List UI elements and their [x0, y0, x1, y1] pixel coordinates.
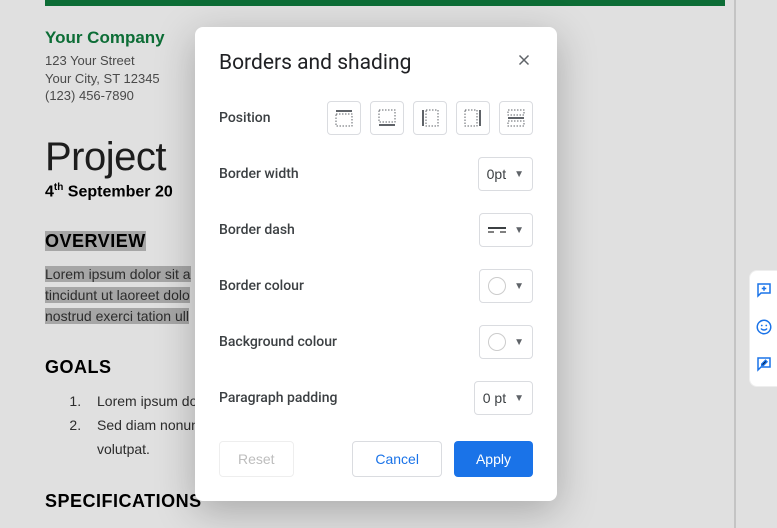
border-right-icon [464, 109, 482, 127]
border-colour-label: Border colour [219, 278, 304, 294]
suggest-edit-icon [755, 355, 773, 373]
side-panel [749, 270, 777, 387]
add-comment-button[interactable] [755, 281, 773, 302]
emoji-reaction-button[interactable] [755, 318, 773, 339]
background-colour-dropdown[interactable]: ▼ [479, 325, 533, 359]
position-row: Position [219, 101, 533, 135]
position-between-button[interactable] [499, 101, 533, 135]
borders-shading-dialog: Borders and shading Position Border [195, 27, 557, 501]
border-width-value: 0pt [487, 166, 506, 182]
apply-button[interactable]: Apply [454, 441, 533, 477]
caret-down-icon: ▼ [514, 169, 524, 180]
border-colour-row: Border colour ▼ [219, 269, 533, 303]
close-button[interactable] [515, 51, 533, 75]
add-comment-icon [755, 281, 773, 299]
position-buttons [327, 101, 533, 135]
colour-swatch-icon [488, 333, 506, 351]
border-top-icon [335, 109, 353, 127]
suggest-edits-button[interactable] [755, 355, 773, 376]
border-dash-row: Border dash ▼ [219, 213, 533, 247]
background-colour-label: Background colour [219, 334, 337, 350]
colour-swatch-icon [488, 277, 506, 295]
border-width-dropdown[interactable]: 0pt ▼ [478, 157, 533, 191]
position-left-button[interactable] [413, 101, 447, 135]
paragraph-padding-dropdown[interactable]: 0 pt ▼ [474, 381, 533, 415]
paragraph-padding-label: Paragraph padding [219, 390, 337, 406]
footer-spacer [306, 441, 341, 477]
border-width-label: Border width [219, 166, 299, 182]
position-right-button[interactable] [456, 101, 490, 135]
cancel-button[interactable]: Cancel [352, 441, 442, 477]
reset-button[interactable]: Reset [219, 441, 294, 477]
caret-down-icon: ▼ [514, 393, 524, 404]
paragraph-padding-row: Paragraph padding 0 pt ▼ [219, 381, 533, 415]
emoji-icon [755, 318, 773, 336]
dialog-footer: Reset Cancel Apply [219, 441, 533, 477]
border-bottom-icon [378, 109, 396, 127]
border-dash-label: Border dash [219, 222, 295, 238]
position-label: Position [219, 110, 271, 126]
close-icon [515, 51, 533, 69]
border-between-icon [507, 109, 525, 127]
caret-down-icon: ▼ [514, 281, 524, 292]
border-colour-dropdown[interactable]: ▼ [479, 269, 533, 303]
border-dash-dropdown[interactable]: ▼ [479, 213, 533, 247]
border-width-row: Border width 0pt ▼ [219, 157, 533, 191]
position-bottom-button[interactable] [370, 101, 404, 135]
dash-sample-icon [488, 227, 506, 233]
background-colour-row: Background colour ▼ [219, 325, 533, 359]
border-left-icon [421, 109, 439, 127]
caret-down-icon: ▼ [514, 337, 524, 348]
dialog-title: Borders and shading [219, 51, 411, 75]
dialog-header: Borders and shading [219, 51, 533, 75]
position-top-button[interactable] [327, 101, 361, 135]
caret-down-icon: ▼ [514, 225, 524, 236]
paragraph-padding-value: 0 pt [483, 390, 506, 406]
